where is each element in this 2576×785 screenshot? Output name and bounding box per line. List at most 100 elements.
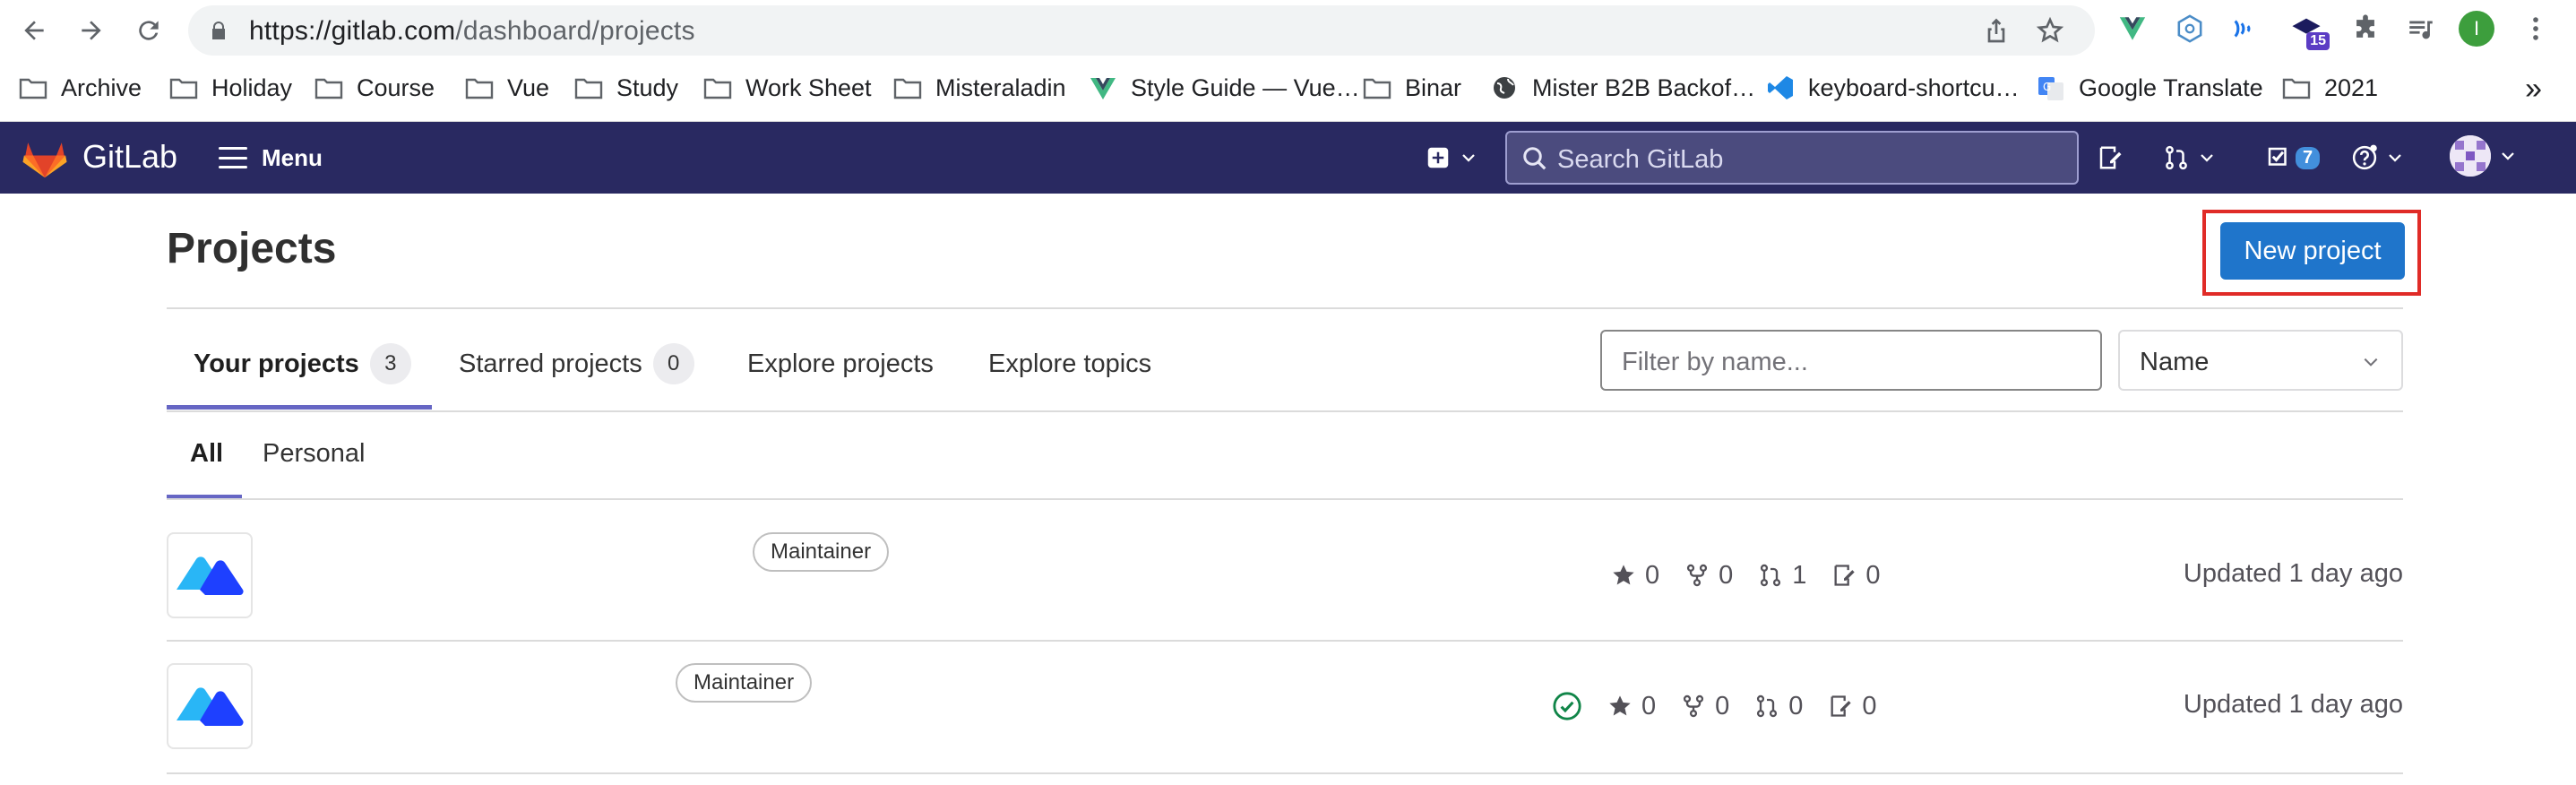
stars-stat[interactable]: 0: [1611, 561, 1659, 591]
filter-placeholder: Filter by name...: [1622, 348, 1808, 376]
pipeline-status[interactable]: [1552, 691, 1582, 721]
graphql-extension[interactable]: [2172, 11, 2208, 47]
folder-icon: [19, 78, 47, 99]
bookmark-item[interactable]: Style Guide — Vue…: [1088, 68, 1360, 108]
lock-icon: [212, 22, 225, 39]
search-input[interactable]: Search GitLab: [1505, 131, 2079, 185]
reload-button[interactable]: [131, 13, 167, 48]
bookmark-label: Style Guide — Vue…: [1131, 73, 1360, 101]
address-bar[interactable]: https://gitlab.com/dashboard/projects: [188, 5, 2095, 56]
bookmark-item[interactable]: keyboard-shortcu…: [1765, 68, 2020, 108]
url-host: https://gitlab.com: [249, 16, 456, 46]
arrow-right-icon: [82, 21, 101, 40]
stars-count: 0: [1645, 560, 1660, 590]
extensions-button[interactable]: [2348, 11, 2383, 47]
back-button[interactable]: [16, 13, 52, 48]
bookmark-item[interactable]: Archive: [18, 68, 142, 108]
puzzle-icon: [2356, 14, 2374, 38]
filter-by-name-input[interactable]: Filter by name...: [1600, 330, 2102, 391]
menu-button[interactable]: Menu: [219, 136, 323, 179]
bookmark-label: Archive: [61, 73, 142, 101]
project-row[interactable]: Maintainer 0 0 0 0 Updated 1 day ago: [167, 654, 2403, 785]
stars-stat[interactable]: 0: [1607, 692, 1656, 721]
merge-requests-stat[interactable]: 1: [1758, 561, 1806, 591]
tab-count: 3: [369, 343, 411, 384]
star-bookmark-icon[interactable]: [2036, 16, 2064, 45]
bookmark-item[interactable]: Course: [314, 68, 435, 108]
gitlab-brand[interactable]: GitLab: [82, 138, 177, 176]
svg-text:G: G: [2043, 81, 2051, 93]
forks-stat[interactable]: 0: [1681, 692, 1729, 721]
bookmarks-overflow-button[interactable]: »: [2525, 72, 2542, 107]
bookmark-item[interactable]: Vue: [464, 68, 549, 108]
plus-square-icon: [1427, 147, 1449, 168]
bookmark-item[interactable]: G Google Translate: [2036, 68, 2263, 108]
bookmark-label: Google Translate: [2079, 73, 2263, 101]
tab-explore-projects[interactable]: Explore projects: [747, 337, 934, 391]
bookmark-item[interactable]: Study: [573, 68, 678, 108]
issues-stat[interactable]: 0: [1831, 560, 1881, 591]
sort-value: Name: [2140, 348, 2210, 376]
merge-requests-dropdown[interactable]: [2163, 138, 2215, 177]
merge-request-icon: [2166, 145, 2187, 170]
folder-icon: [893, 78, 922, 99]
bookmark-item[interactable]: Holiday: [168, 68, 292, 108]
tab-explore-topics[interactable]: Explore topics: [988, 337, 1151, 391]
issues-stat[interactable]: 0: [1828, 692, 1877, 721]
bookmark-item[interactable]: 2021: [2281, 68, 2378, 108]
help-dropdown[interactable]: [2351, 138, 2403, 177]
todo-check-icon: [2268, 147, 2287, 166]
star-icon: [1613, 565, 1634, 585]
share-icon[interactable]: [1982, 16, 2011, 45]
project-logo-icon: [177, 687, 244, 727]
forward-button[interactable]: [73, 13, 109, 48]
issues-button[interactable]: [2097, 138, 2124, 177]
help-icon: [2352, 144, 2377, 170]
merge-requests-stat[interactable]: 0: [1754, 692, 1803, 721]
bookmark-item[interactable]: Binar: [1362, 68, 1461, 108]
profile-button[interactable]: I: [2459, 11, 2494, 47]
bookmark-item[interactable]: Mister B2B Backof…: [1489, 68, 1755, 108]
new-project-button[interactable]: New project: [2220, 222, 2405, 280]
merge-requests-count: 1: [1792, 560, 1807, 590]
bookmark-item[interactable]: Work Sheet: [702, 68, 872, 108]
project-row[interactable]: Maintainer 0 0 1 0 Updated 1 day ago: [167, 523, 2403, 654]
bookmark-label: 2021: [2324, 73, 2379, 101]
issues-count: 0: [1865, 560, 1881, 590]
vscode-icon: [1768, 76, 1793, 99]
chevron-down-icon: [2389, 154, 2401, 162]
graduation-extension[interactable]: 15: [2288, 11, 2330, 50]
subtab-personal[interactable]: Personal: [263, 439, 365, 469]
tab-starred-projects[interactable]: Starred projects 0: [459, 337, 694, 391]
subtab-all[interactable]: All: [190, 439, 223, 469]
profile-avatar: I: [2459, 11, 2494, 47]
arrow-left-icon: [24, 21, 44, 40]
browser-menu-button[interactable]: [2518, 11, 2554, 47]
project-avatar[interactable]: [167, 532, 253, 618]
user-menu-dropdown[interactable]: [2450, 135, 2516, 177]
updated-time: Updated 1 day ago: [2183, 559, 2403, 588]
sort-dropdown[interactable]: Name: [2118, 330, 2403, 391]
divider: [167, 410, 2403, 412]
media-button[interactable]: [2403, 11, 2439, 47]
tab-your-projects[interactable]: Your projects 3: [194, 337, 411, 391]
issues-icon: [2099, 146, 2122, 169]
todos-button[interactable]: 7: [2265, 138, 2321, 177]
project-avatar[interactable]: [167, 663, 253, 749]
project-stats: 0 0 1 0: [1611, 556, 1881, 595]
forks-stat[interactable]: 0: [1684, 561, 1733, 591]
todo-count-badge: 7: [2296, 146, 2321, 169]
extension-badge: 15: [2306, 32, 2330, 50]
url-path: /dashboard/projects: [455, 16, 695, 46]
create-new-dropdown[interactable]: [1425, 138, 1477, 177]
bookmark-label: Mister B2B Backof…: [1532, 73, 1756, 101]
vue-devtools-extension[interactable]: [2115, 11, 2150, 47]
stars-count: 0: [1641, 691, 1657, 720]
reload-icon: [139, 21, 159, 40]
active-tab-indicator: [167, 405, 432, 410]
wifi-extension[interactable]: [2227, 11, 2263, 47]
bookmark-item[interactable]: Misteraladin: [892, 68, 1066, 108]
gitlab-logo-icon[interactable]: [22, 134, 68, 179]
tab-label: Explore projects: [747, 349, 934, 378]
tab-label: Starred projects: [459, 349, 642, 378]
